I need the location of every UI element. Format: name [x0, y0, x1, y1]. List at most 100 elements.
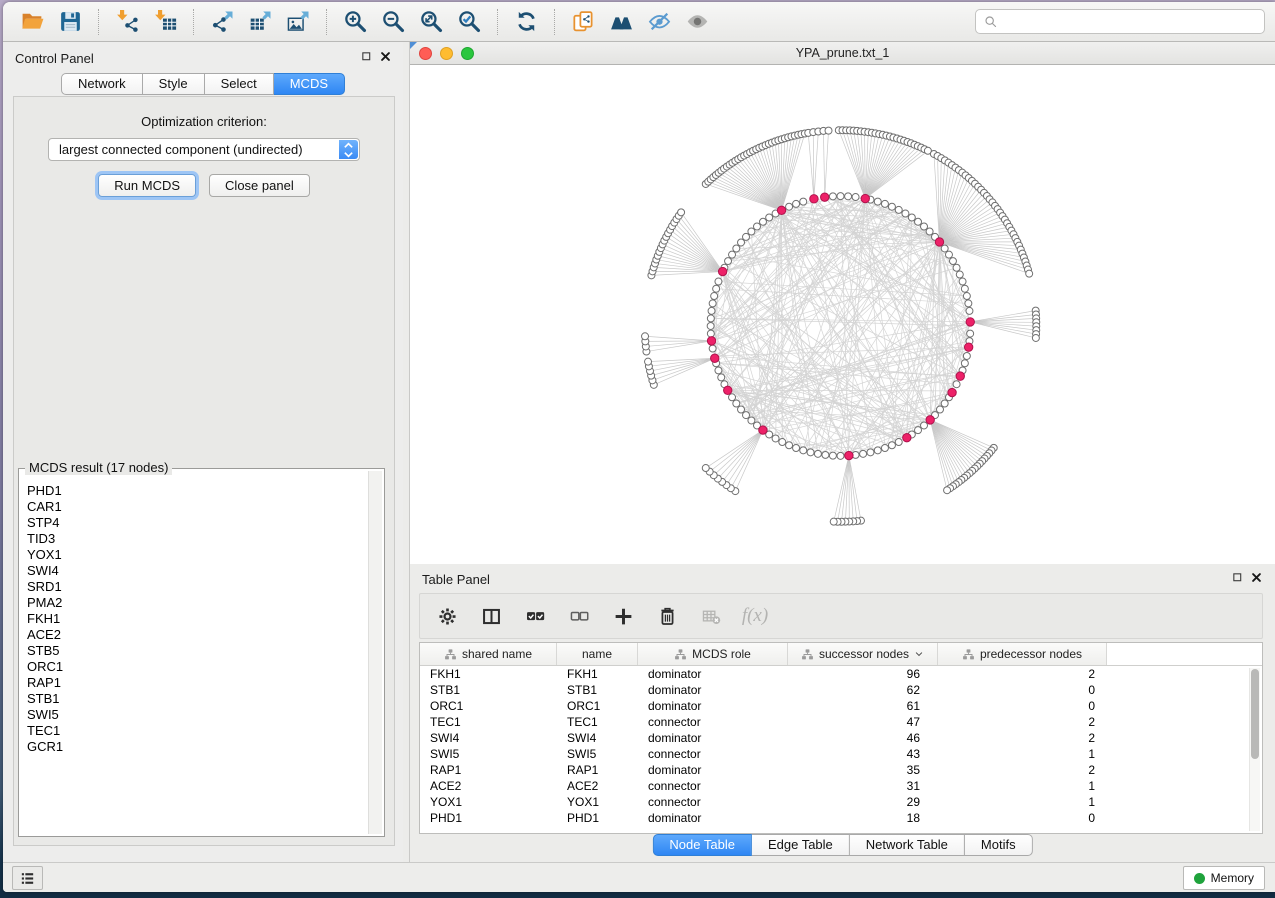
task-history-button[interactable] — [12, 866, 43, 890]
table-row-PHD1[interactable]: PHD1PHD1dominator180 — [420, 810, 1262, 826]
tab-select[interactable]: Select — [205, 73, 274, 95]
zoom-selected-button[interactable] — [450, 5, 488, 39]
tab-edge-table[interactable]: Edge Table — [752, 834, 850, 856]
show-columns-button[interactable] — [474, 599, 508, 633]
deselect-all-button[interactable] — [562, 599, 596, 633]
mcds-result-list[interactable]: PHD1CAR1STP4TID3YOX1SWI4SRD1PMA2FKH1ACE2… — [21, 475, 367, 834]
table-toolbar: f(x) — [419, 593, 1263, 639]
cell: dominator — [638, 682, 788, 698]
import-table-button[interactable] — [146, 5, 184, 39]
network-window-titlebar[interactable]: YPA_prune.txt_1 — [410, 42, 1275, 65]
cell: SWI4 — [557, 730, 638, 746]
tab-network[interactable]: Network — [61, 73, 143, 95]
optimization-criterion-select[interactable]: largest connected component (undirected) — [48, 138, 360, 161]
delete-table-icon — [701, 606, 722, 627]
export-network-button[interactable] — [203, 5, 241, 39]
table-row-STB1[interactable]: STB1STB1dominator620 — [420, 682, 1262, 698]
table-row-FKH1[interactable]: FKH1FKH1dominator962 — [420, 666, 1262, 682]
tree-icon — [801, 648, 814, 661]
float-panel-icon[interactable] — [361, 51, 372, 62]
select-all-button[interactable] — [518, 599, 552, 633]
mcds-result-item[interactable]: CAR1 — [27, 499, 367, 515]
zoom-out-button[interactable] — [374, 5, 412, 39]
table-scrollbar[interactable] — [1249, 668, 1260, 831]
save-session-button[interactable] — [51, 5, 89, 39]
table-row-ORC1[interactable]: ORC1ORC1dominator610 — [420, 698, 1262, 714]
binoculars-button[interactable] — [602, 5, 640, 39]
table-scrollbar-thumb[interactable] — [1251, 669, 1259, 759]
table-row-TEC1[interactable]: TEC1TEC1connector472 — [420, 714, 1262, 730]
close-panel-button[interactable]: Close panel — [209, 174, 310, 197]
tab-motifs[interactable]: Motifs — [965, 834, 1033, 856]
export-image-button[interactable] — [279, 5, 317, 39]
close-panel-icon[interactable] — [1251, 572, 1262, 583]
float-panel-icon[interactable] — [1232, 572, 1243, 583]
zoom-in-button[interactable] — [336, 5, 374, 39]
column-header-shared-name[interactable]: shared name — [420, 643, 557, 665]
close-panel-icon[interactable] — [380, 51, 391, 62]
open-file-button[interactable] — [13, 5, 51, 39]
mcds-result-item[interactable]: RAP1 — [27, 675, 367, 691]
column-header-name[interactable]: name — [557, 643, 638, 665]
mcds-result-item[interactable]: FKH1 — [27, 611, 367, 627]
mcds-result-group: MCDS result (17 nodes) PHD1CAR1STP4TID3Y… — [18, 468, 385, 837]
cell: 0 — [938, 810, 1107, 826]
node-table-header: shared namenameMCDS rolesuccessor nodesp… — [420, 643, 1262, 666]
column-header-successor-nodes[interactable]: successor nodes — [788, 643, 938, 665]
function-builder-icon: f(x) — [742, 605, 768, 627]
network-graph[interactable] — [410, 65, 1275, 564]
mcds-result-item[interactable]: SWI5 — [27, 707, 367, 723]
import-network-button[interactable] — [108, 5, 146, 39]
cell: 2 — [938, 666, 1107, 682]
cell: ORC1 — [557, 698, 638, 714]
clone-network-button[interactable] — [564, 5, 602, 39]
search-box[interactable] — [975, 9, 1265, 34]
mcds-result-item[interactable]: STB1 — [27, 691, 367, 707]
mcds-result-item[interactable]: GCR1 — [27, 739, 367, 755]
mcds-result-item[interactable]: TEC1 — [27, 723, 367, 739]
run-mcds-button[interactable]: Run MCDS — [98, 174, 196, 197]
cell: connector — [638, 746, 788, 762]
export-table-button[interactable] — [241, 5, 279, 39]
table-row-ACE2[interactable]: ACE2ACE2connector311 — [420, 778, 1262, 794]
settings-gear-button[interactable] — [430, 599, 464, 633]
mcds-result-item[interactable]: STB5 — [27, 643, 367, 659]
add-row-button[interactable] — [606, 599, 640, 633]
show-all-button[interactable] — [678, 5, 716, 39]
mcds-result-item[interactable]: STP4 — [27, 515, 367, 531]
import-table-icon — [153, 9, 178, 34]
cell: 1 — [938, 794, 1107, 810]
tab-node-table[interactable]: Node Table — [652, 834, 752, 856]
mcds-result-item[interactable]: YOX1 — [27, 547, 367, 563]
zoom-fit-button[interactable] — [412, 5, 450, 39]
cytoscape-app-window: Control Panel NetworkStyleSelectMCDS Opt… — [3, 2, 1275, 892]
table-row-SWI5[interactable]: SWI5SWI5connector431 — [420, 746, 1262, 762]
column-header-MCDS-role[interactable]: MCDS role — [638, 643, 788, 665]
mcds-result-scrollbar[interactable] — [368, 471, 382, 834]
tab-network-table[interactable]: Network Table — [850, 834, 965, 856]
cell: 18 — [788, 810, 938, 826]
delete-row-icon — [657, 606, 678, 627]
column-header-predecessor-nodes[interactable]: predecessor nodes — [938, 643, 1107, 665]
search-input[interactable] — [1004, 15, 1257, 29]
refresh-network-button[interactable] — [507, 5, 545, 39]
table-row-RAP1[interactable]: RAP1RAP1dominator352 — [420, 762, 1262, 778]
mcds-result-item[interactable]: SRD1 — [27, 579, 367, 595]
delete-row-button[interactable] — [650, 599, 684, 633]
table-row-SWI4[interactable]: SWI4SWI4dominator462 — [420, 730, 1262, 746]
tab-mcds[interactable]: MCDS — [274, 73, 345, 95]
hide-selected-button[interactable] — [640, 5, 678, 39]
table-row-YOX1[interactable]: YOX1YOX1connector291 — [420, 794, 1262, 810]
memory-button[interactable]: Memory — [1183, 866, 1265, 890]
table-panel: Table Panel f(x) shared namenameMCDS rol… — [409, 564, 1275, 862]
mcds-result-item[interactable]: ACE2 — [27, 627, 367, 643]
tab-style[interactable]: Style — [143, 73, 205, 95]
mcds-result-item[interactable]: SWI4 — [27, 563, 367, 579]
mcds-result-item[interactable]: ORC1 — [27, 659, 367, 675]
network-canvas[interactable] — [410, 65, 1275, 564]
cell: 62 — [788, 682, 938, 698]
mcds-result-item[interactable]: PHD1 — [27, 483, 367, 499]
mcds-result-item[interactable]: TID3 — [27, 531, 367, 547]
cell: dominator — [638, 698, 788, 714]
mcds-result-item[interactable]: PMA2 — [27, 595, 367, 611]
